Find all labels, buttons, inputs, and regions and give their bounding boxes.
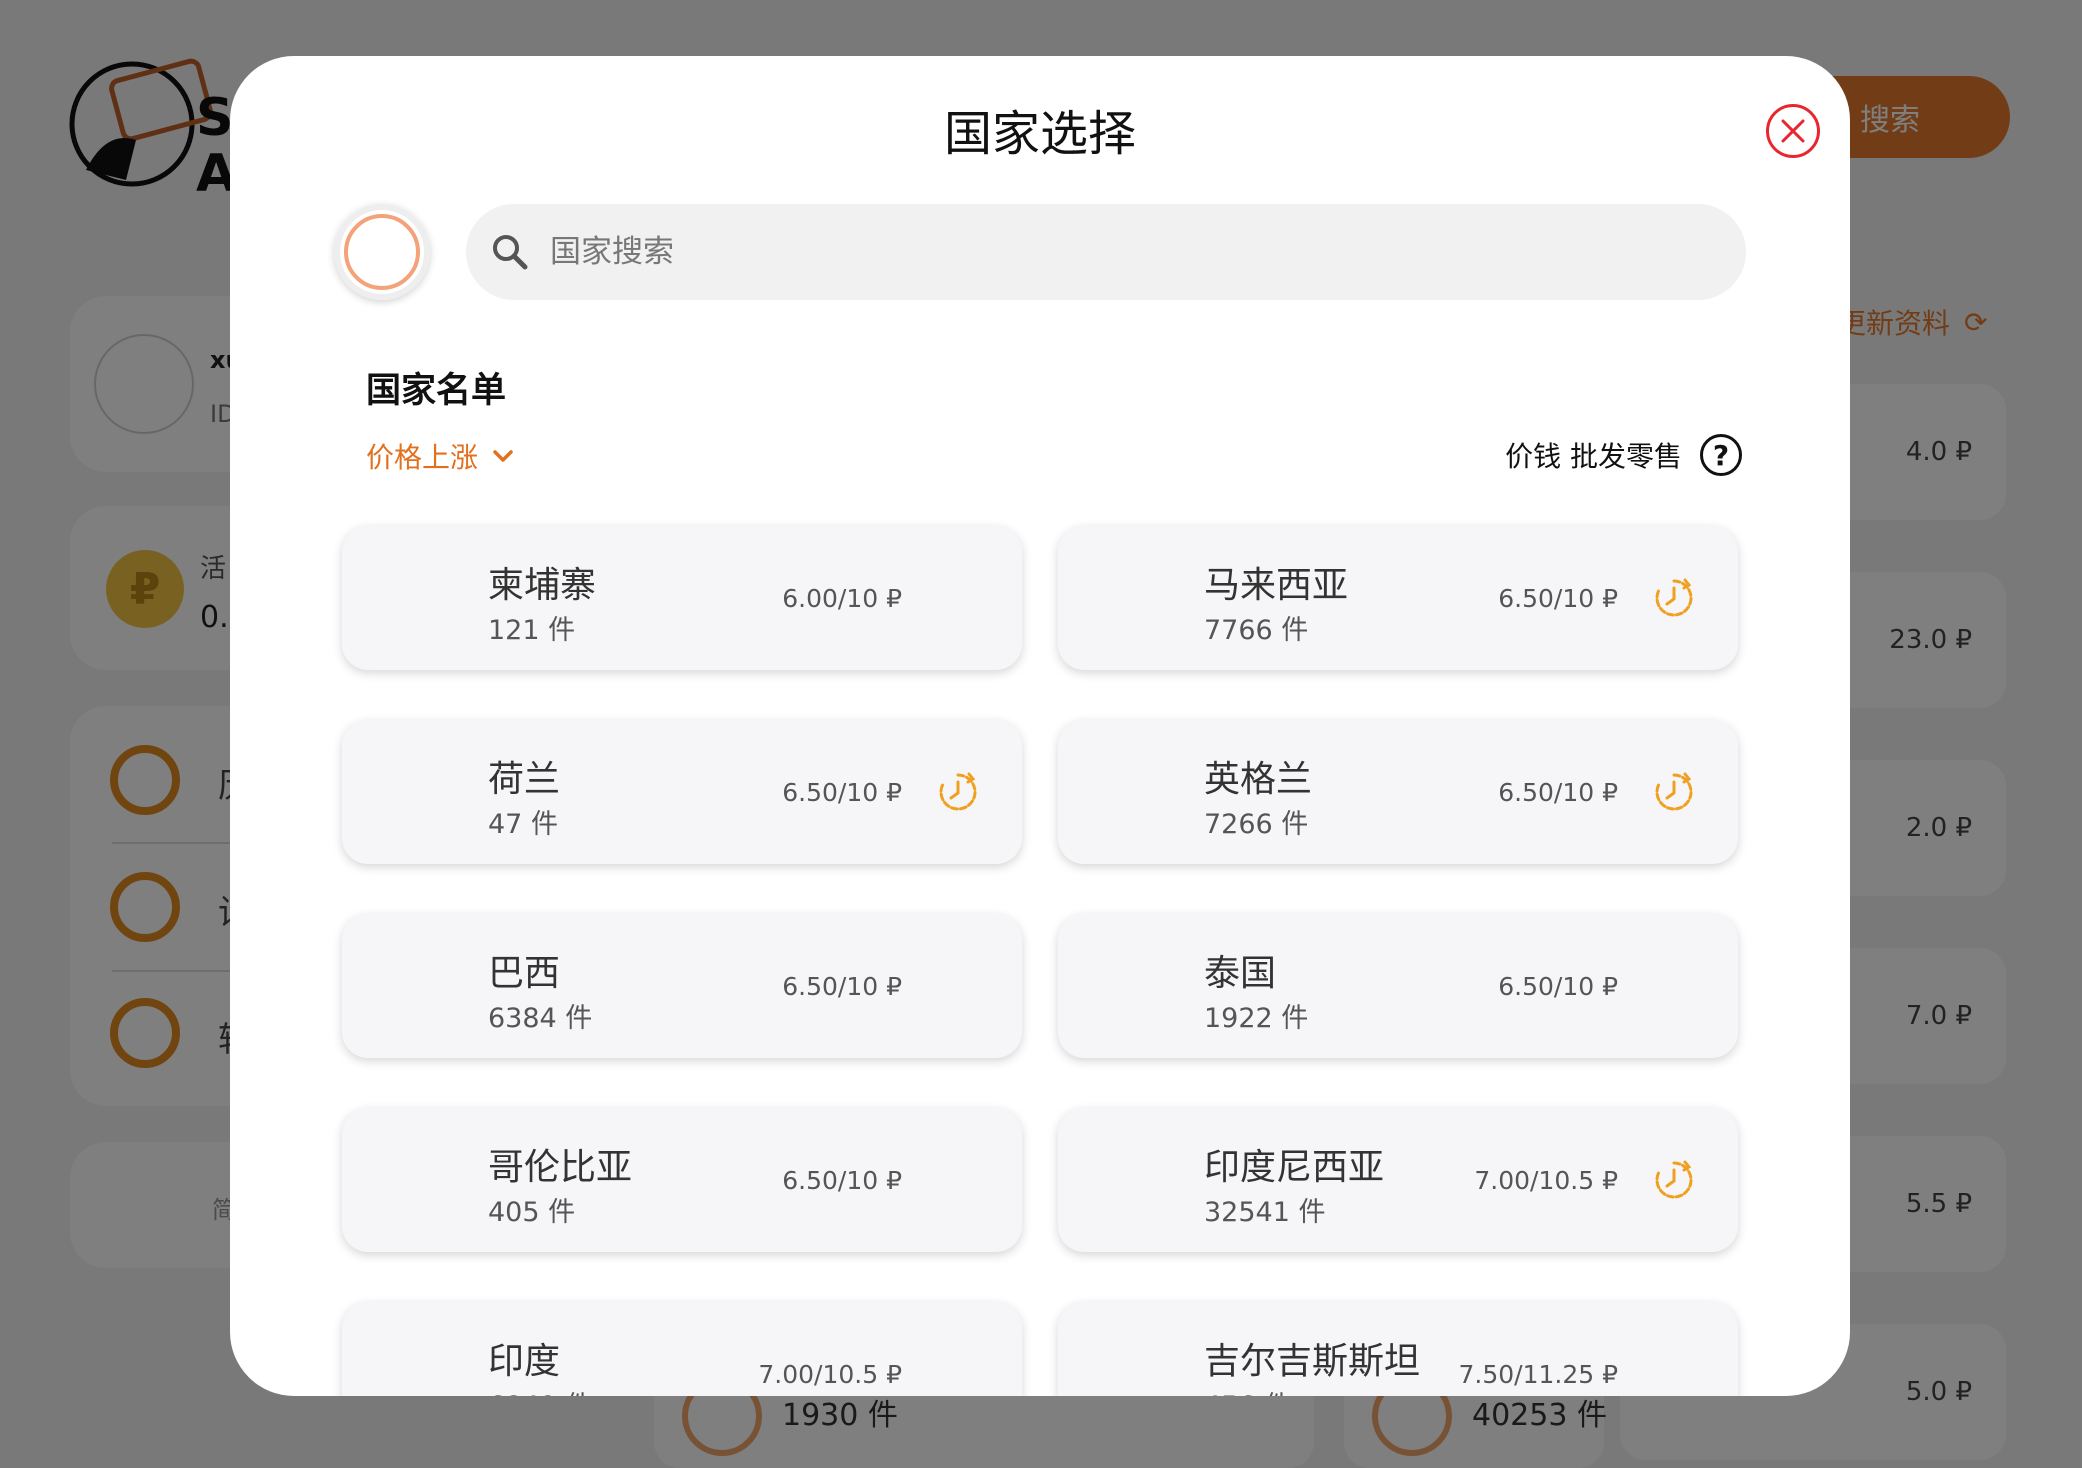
country-price: 6.00/10 ₽ (782, 583, 902, 613)
country-name: 泰国 (1204, 953, 1277, 994)
country-card[interactable]: 泰国 1922 件 6.50/10 ₽ (1058, 914, 1738, 1058)
country-card[interactable]: 印度尼西亚 32541 件 7.00/10.5 ₽ (1058, 1108, 1738, 1252)
country-card[interactable]: 马来西亚 7766 件 6.50/10 ₽ (1058, 526, 1738, 670)
search-icon (486, 228, 534, 276)
country-count: 7766 件 (1204, 615, 1309, 646)
country-name: 马来西亚 (1204, 565, 1349, 606)
country-price: 6.50/10 ₽ (1498, 971, 1618, 1001)
country-name: 荷兰 (488, 759, 561, 800)
country-price: 6.50/10 ₽ (782, 777, 902, 807)
country-name: 印度尼西亚 (1204, 1147, 1385, 1188)
country-price: 6.50/10 ₽ (782, 971, 902, 1001)
timer-icon (936, 770, 980, 814)
close-button[interactable] (1766, 104, 1820, 158)
country-card[interactable]: 荷兰 47 件 6.50/10 ₽ (342, 720, 1022, 864)
chevron-down-icon (493, 450, 513, 462)
country-count: 121 件 (488, 615, 576, 646)
timer-icon (1652, 1158, 1696, 1202)
country-card[interactable]: 印度 6849 件 7.00/10.5 ₽ (342, 1302, 1022, 1396)
modal-title: 国家选择 (943, 106, 1136, 162)
search-input[interactable] (550, 234, 1650, 270)
country-count: 32541 件 (1204, 1197, 1326, 1228)
country-select-modal: 国家选择 国家名单 价格上涨 价钱 批发零售 ? 柬埔寨 121 件 6.00/… (230, 56, 1850, 1396)
country-count: 405 件 (488, 1197, 576, 1228)
country-price: 6.50/10 ₽ (1498, 777, 1618, 807)
country-count: 6849 件 (488, 1384, 592, 1396)
country-price: 6.50/10 ₽ (1498, 583, 1618, 613)
spinner-ring (344, 214, 420, 290)
price-legend-label: 价钱 批发零售 (1505, 440, 1682, 473)
country-count: 47 件 (488, 809, 558, 840)
country-card[interactable]: 吉尔吉斯斯坦 456 件 7.50/11.25 ₽ (1058, 1302, 1738, 1396)
country-name: 巴西 (488, 953, 561, 994)
timer-icon (1652, 770, 1696, 814)
country-name: 印度 (488, 1341, 561, 1382)
country-price: 7.50/11.25 ₽ (1458, 1359, 1618, 1389)
country-count: 456 件 (1204, 1384, 1291, 1396)
country-card[interactable]: 柬埔寨 121 件 6.00/10 ₽ (342, 526, 1022, 670)
price-legend: 价钱 批发零售 ? (1505, 434, 1742, 476)
country-price: 7.00/10.5 ₽ (758, 1359, 902, 1389)
help-icon[interactable]: ? (1700, 434, 1742, 476)
country-name: 哥伦比亚 (488, 1147, 633, 1188)
sort-dropdown[interactable]: 价格上涨 (366, 436, 516, 476)
country-name: 吉尔吉斯斯坦 (1204, 1341, 1421, 1382)
country-count: 1922 件 (1204, 1003, 1309, 1034)
loading-spinner (334, 204, 430, 300)
list-heading: 国家名单 (366, 371, 507, 411)
country-count: 7266 件 (1204, 809, 1309, 840)
country-count: 6384 件 (488, 1003, 593, 1034)
country-name: 英格兰 (1204, 759, 1313, 800)
country-card[interactable]: 巴西 6384 件 6.50/10 ₽ (342, 914, 1022, 1058)
country-price: 7.00/10.5 ₽ (1474, 1165, 1618, 1195)
country-name: 柬埔寨 (488, 565, 597, 606)
country-price: 6.50/10 ₽ (782, 1165, 902, 1195)
timer-icon (1652, 576, 1696, 620)
country-card[interactable]: 哥伦比亚 405 件 6.50/10 ₽ (342, 1108, 1022, 1252)
sort-label: 价格上涨 (366, 441, 479, 474)
country-card[interactable]: 英格兰 7266 件 6.50/10 ₽ (1058, 720, 1738, 864)
close-icon (1781, 119, 1805, 143)
country-grid: 柬埔寨 121 件 6.00/10 ₽ 马来西亚 7766 件 6.50/10 … (342, 526, 1742, 1396)
search-bar[interactable] (466, 204, 1746, 300)
